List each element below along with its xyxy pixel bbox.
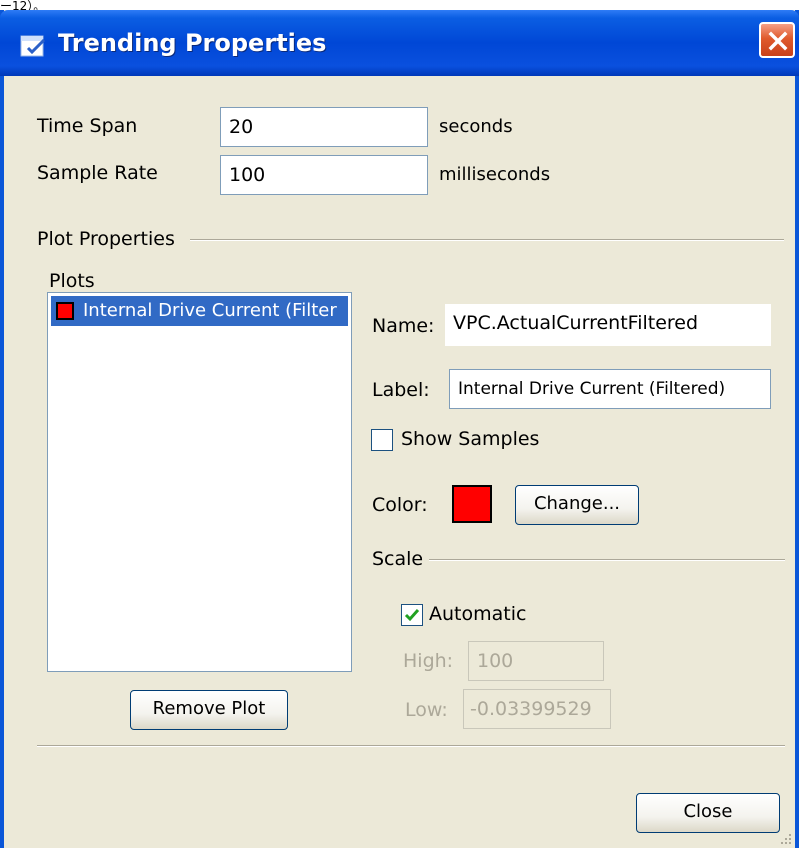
list-item[interactable]: Internal Drive Current (Filter bbox=[51, 296, 348, 326]
plot-item-label: Internal Drive Current (Filter bbox=[83, 300, 337, 321]
close-icon[interactable] bbox=[759, 22, 795, 58]
scale-divider bbox=[429, 559, 785, 561]
plot-properties-divider bbox=[190, 239, 784, 241]
window-title: Trending Properties bbox=[58, 29, 327, 57]
color-label: Color: bbox=[372, 494, 428, 516]
time-span-label: Time Span bbox=[37, 115, 138, 137]
close-button[interactable]: Close bbox=[636, 793, 780, 833]
checkmark-icon bbox=[404, 609, 420, 622]
high-input[interactable]: 100 bbox=[468, 641, 604, 681]
remove-plot-button[interactable]: Remove Plot bbox=[130, 690, 288, 730]
change-color-button[interactable]: Change... bbox=[515, 485, 639, 525]
plots-label: Plots bbox=[49, 270, 95, 292]
label-label: Label: bbox=[372, 379, 430, 401]
plot-color-swatch bbox=[56, 302, 74, 320]
trending-properties-dialog: Trending Properties Time Span 20 seconds… bbox=[0, 10, 799, 848]
automatic-label: Automatic bbox=[429, 603, 527, 625]
sample-rate-unit: milliseconds bbox=[439, 164, 551, 185]
scale-title: Scale bbox=[372, 548, 424, 570]
name-field[interactable]: VPC.ActualCurrentFiltered bbox=[445, 304, 771, 346]
show-samples-checkbox[interactable] bbox=[371, 429, 393, 451]
high-label: High: bbox=[403, 650, 454, 672]
label-input[interactable]: Internal Drive Current (Filtered) bbox=[449, 369, 771, 409]
plot-properties-title: Plot Properties bbox=[37, 228, 175, 250]
low-input[interactable]: -0.03399529 bbox=[463, 689, 611, 729]
sample-rate-label: Sample Rate bbox=[37, 162, 158, 184]
plots-listbox[interactable]: Internal Drive Current (Filter bbox=[47, 292, 352, 672]
resize-grip-icon[interactable] bbox=[777, 830, 793, 846]
bottom-divider bbox=[37, 745, 785, 747]
sample-rate-input[interactable]: 100 bbox=[220, 155, 428, 195]
name-label: Name: bbox=[372, 315, 435, 337]
plot-color-swatch-large bbox=[452, 485, 492, 523]
automatic-checkbox[interactable] bbox=[401, 604, 423, 626]
title-bar[interactable]: Trending Properties bbox=[0, 10, 799, 76]
time-span-input[interactable]: 20 bbox=[220, 107, 428, 147]
properties-window-icon bbox=[20, 34, 46, 58]
show-samples-label: Show Samples bbox=[401, 428, 540, 450]
time-span-unit: seconds bbox=[439, 116, 513, 137]
low-label: Low: bbox=[405, 699, 448, 721]
